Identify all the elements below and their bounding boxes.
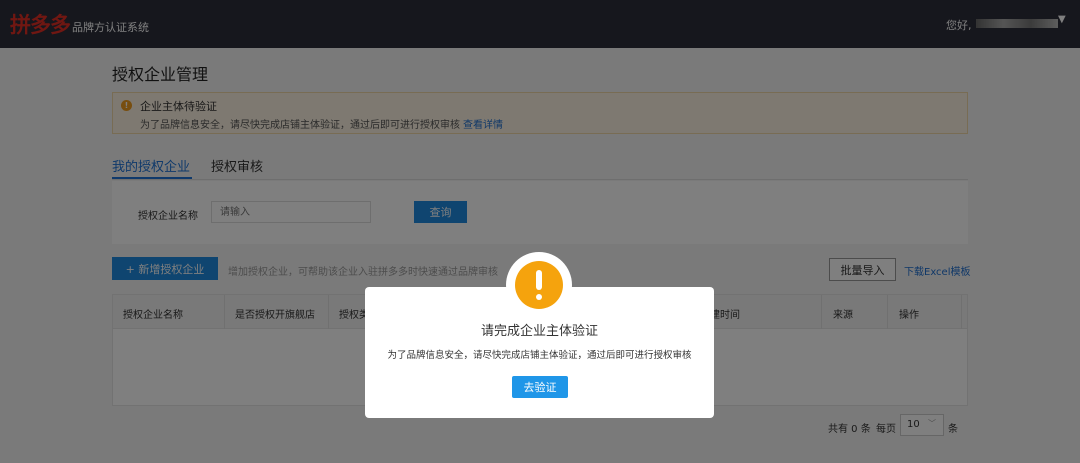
go-verify-button[interactable]: 去验证	[512, 376, 568, 398]
exclamation-icon-bar	[536, 270, 542, 290]
modal-description: 为了品牌信息安全，请尽快完成店铺主体验证，通过后即可进行授权审核	[387, 350, 692, 361]
exclamation-icon-dot	[536, 294, 542, 300]
modal-title: 请完成企业主体验证	[480, 324, 598, 339]
